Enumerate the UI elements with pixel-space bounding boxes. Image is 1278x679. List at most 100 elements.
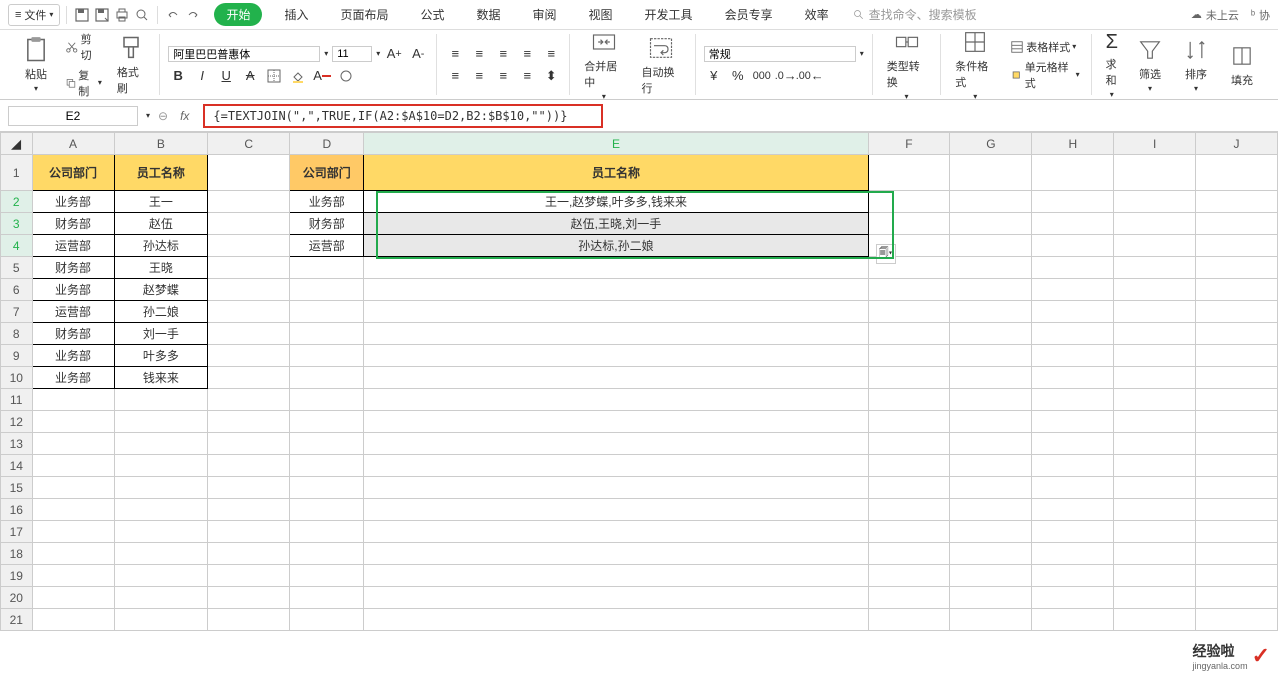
currency-icon[interactable]: ¥ (704, 66, 724, 86)
font-select[interactable] (168, 46, 320, 62)
fx-icon[interactable]: fx (174, 109, 195, 123)
col-header[interactable]: J (1196, 133, 1278, 155)
row-header[interactable]: 16 (1, 499, 33, 521)
filter-button[interactable]: 筛选▾ (1130, 29, 1170, 101)
row-header[interactable]: 15 (1, 477, 33, 499)
distribute-icon[interactable]: ≡ (517, 66, 537, 86)
row-header[interactable]: 10 (1, 367, 33, 389)
cell[interactable]: 公司部门 (32, 155, 114, 191)
col-header[interactable]: H (1032, 133, 1114, 155)
row-header[interactable]: 8 (1, 323, 33, 345)
cell[interactable] (208, 155, 290, 191)
tab-view[interactable]: 视图 (579, 2, 623, 27)
cell[interactable]: 孙达标,孙二娘 🗐▾ (364, 235, 868, 257)
row-header[interactable]: 9 (1, 345, 33, 367)
cell[interactable]: 财务部 (32, 213, 114, 235)
tab-insert[interactable]: 插入 (274, 2, 318, 27)
collab-text[interactable]: 协 (1259, 7, 1270, 23)
save-as-icon[interactable] (93, 6, 111, 24)
row-header[interactable]: 20 (1, 587, 33, 609)
strikethrough-button[interactable]: A (240, 66, 260, 86)
cell[interactable]: 赵伍,王晓,刘一手 (364, 213, 868, 235)
col-header[interactable]: G (950, 133, 1032, 155)
print-icon[interactable] (113, 6, 131, 24)
cell[interactable]: 赵伍 (114, 213, 208, 235)
cell[interactable]: 业务部 (32, 191, 114, 213)
table-style-button[interactable]: 表格样式▾ (1007, 38, 1082, 56)
col-header[interactable]: D (290, 133, 364, 155)
cell[interactable]: 孙达标 (114, 235, 208, 257)
name-box[interactable] (8, 106, 138, 126)
row-header[interactable]: 2 (1, 191, 33, 213)
font-color-button[interactable]: A (312, 66, 332, 86)
align-bottom-icon[interactable]: ≡ (493, 44, 513, 64)
indent-inc-icon[interactable]: ≡ (541, 44, 561, 64)
row-header[interactable]: 3 (1, 213, 33, 235)
paste-button[interactable]: 粘贴▾ (16, 30, 56, 100)
dec-inc-icon[interactable]: .0→ (776, 66, 796, 86)
row-header[interactable]: 7 (1, 301, 33, 323)
merge-button[interactable]: 合并居中▾ (578, 26, 629, 103)
col-header[interactable]: I (1114, 133, 1196, 155)
row-header[interactable]: 1 (1, 155, 33, 191)
tab-data[interactable]: 数据 (467, 2, 511, 27)
align-center-icon[interactable]: ≡ (469, 66, 489, 86)
undo-icon[interactable] (164, 6, 182, 24)
save-icon[interactable] (73, 6, 91, 24)
sum-button[interactable]: Σ 求和▾ (1100, 29, 1124, 101)
tab-dev[interactable]: 开发工具 (635, 2, 703, 27)
col-header[interactable]: E (364, 133, 868, 155)
col-header[interactable]: B (114, 133, 208, 155)
search-area[interactable]: 查找命令、搜索模板 (853, 6, 977, 23)
align-left-icon[interactable]: ≡ (445, 66, 465, 86)
tab-review[interactable]: 审阅 (523, 2, 567, 27)
align-middle-icon[interactable]: ≡ (469, 44, 489, 64)
percent-icon[interactable]: % (728, 66, 748, 86)
cell[interactable]: 员工名称 (114, 155, 208, 191)
bold-button[interactable]: B (168, 66, 188, 86)
decrease-font-icon[interactable]: A- (408, 44, 428, 64)
orient-icon[interactable]: ⬍ (541, 66, 561, 86)
row-header[interactable]: 18 (1, 543, 33, 565)
row-header[interactable]: 14 (1, 455, 33, 477)
align-right-icon[interactable]: ≡ (493, 66, 513, 86)
align-top-icon[interactable]: ≡ (445, 44, 465, 64)
col-header[interactable]: A (32, 133, 114, 155)
highlight-button[interactable] (336, 66, 356, 86)
tab-formula[interactable]: 公式 (410, 2, 454, 27)
increase-font-icon[interactable]: A+ (384, 44, 404, 64)
row-header[interactable]: 4 (1, 235, 33, 257)
cell-style-button[interactable]: 单元格样式▾ (1007, 58, 1082, 92)
cell[interactable]: 运营部 (290, 235, 364, 257)
italic-button[interactable]: I (192, 66, 212, 86)
fill-button[interactable]: 填充 (1222, 29, 1262, 101)
row-header[interactable]: 21 (1, 609, 33, 631)
cell[interactable]: 王一 (114, 191, 208, 213)
row-header[interactable]: 13 (1, 433, 33, 455)
col-header[interactable]: C (208, 133, 290, 155)
indent-dec-icon[interactable]: ≡ (517, 44, 537, 64)
tab-member[interactable]: 会员专享 (715, 2, 783, 27)
copy-button[interactable]: 复制▾ (62, 66, 105, 100)
type-convert-button[interactable]: 类型转换▾ (881, 26, 933, 103)
row-header[interactable]: 17 (1, 521, 33, 543)
preview-icon[interactable] (133, 6, 151, 24)
wrap-button[interactable]: 自动换行 (635, 26, 686, 103)
cell[interactable]: 财务部 (290, 213, 364, 235)
cell[interactable]: 公司部门 (290, 155, 364, 191)
tab-layout[interactable]: 页面布局 (330, 2, 398, 27)
cut-button[interactable]: 剪切 (62, 30, 105, 64)
row-header[interactable]: 11 (1, 389, 33, 411)
font-size-select[interactable] (332, 46, 372, 62)
file-menu[interactable]: ≡文件▾ (8, 4, 60, 26)
formula-input[interactable]: {=TEXTJOIN(",",TRUE,IF(A2:$A$10=D2,B2:$B… (203, 104, 603, 128)
zoom-out-icon[interactable]: ⊖ (158, 109, 168, 123)
tab-efficiency[interactable]: 效率 (795, 2, 839, 27)
cell[interactable]: 员工名称 (364, 155, 868, 191)
dec-dec-icon[interactable]: .00← (800, 66, 820, 86)
cloud-status-text[interactable]: 未上云 (1206, 7, 1239, 23)
col-header[interactable]: F (868, 133, 950, 155)
redo-icon[interactable] (184, 6, 202, 24)
comma-icon[interactable]: 000 (752, 66, 772, 86)
format-painter-button[interactable]: 格式刷 (111, 30, 151, 100)
